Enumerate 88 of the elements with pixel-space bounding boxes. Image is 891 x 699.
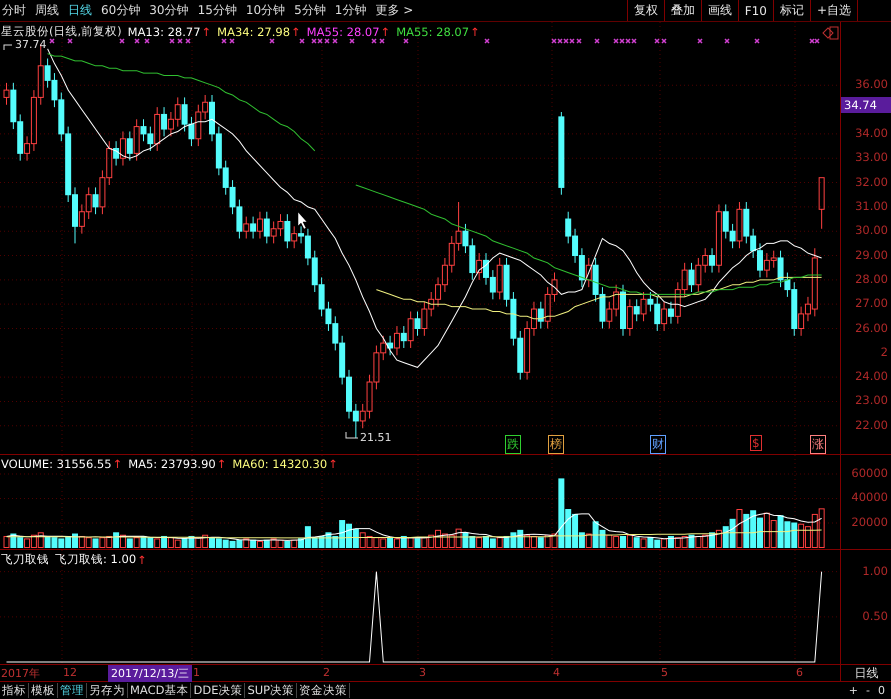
trend-arrow: ↑ — [470, 24, 480, 38]
axis-label: 31.00 — [855, 198, 888, 213]
date-label: 4 — [553, 666, 560, 679]
indicator-tab[interactable]: 另存为 — [87, 683, 128, 698]
leader-line — [4, 44, 12, 50]
indicator-tab[interactable]: 资金决策 — [297, 683, 350, 698]
indicator-tab[interactable]: 指标 — [0, 683, 29, 698]
axis-label: 26.00 — [855, 320, 888, 334]
legend-label: 星云股份(日线,前复权) — [1, 24, 122, 39]
last-price-tag: 34.74 — [841, 97, 891, 113]
indicator-tab[interactable]: DDE决策 — [191, 683, 246, 698]
date-label: 6 — [796, 666, 803, 679]
axis-label: 22.00 — [855, 418, 888, 432]
date-label: 3 — [419, 666, 426, 679]
trend-arrow: ↑ — [137, 552, 147, 566]
indicator-tab[interactable]: MACD基本 — [128, 683, 192, 698]
indicator-tab[interactable]: 管理 — [58, 683, 87, 698]
event-marker[interactable]: 榜 — [548, 435, 564, 454]
axis-label: 33.00 — [855, 150, 888, 164]
pointer-icon — [298, 212, 308, 230]
low-price-label: 21.51 — [360, 431, 392, 444]
legend-label: MA13: 28.77 — [128, 24, 201, 38]
indicator-tab[interactable]: SUP决策 — [245, 683, 298, 698]
event-marker[interactable]: 财 — [650, 435, 666, 454]
legend-label: MA34: 27.98 — [217, 24, 290, 38]
axis-label: 34.00 — [855, 126, 888, 140]
date-label: 2 — [323, 666, 330, 679]
axis-label: 40000 — [851, 490, 888, 504]
date-label: 2017年 — [1, 666, 40, 681]
trend-arrow: ↑ — [291, 24, 301, 38]
toolbar-button[interactable]: 标记 — [774, 0, 811, 21]
period-tab[interactable]: 5分钟 — [294, 2, 326, 19]
axis-label: 20000 — [851, 514, 888, 529]
axis-label: 24.00 — [855, 369, 888, 384]
axis-label: 2 — [880, 344, 888, 359]
zoom-button[interactable]: + — [848, 684, 858, 697]
toolbar-button[interactable]: +自选 — [810, 0, 858, 21]
toolbar-button[interactable]: F10 — [738, 0, 774, 21]
legend-label: 飞刀取钱 — [1, 552, 49, 567]
axis-label: 1.00 — [862, 564, 888, 578]
axis-label: 0.50 — [862, 608, 888, 623]
toolbar-button[interactable]: 复权 — [628, 0, 665, 21]
trend-arrow: ↑ — [216, 457, 226, 471]
rectangle-icon[interactable] — [830, 26, 838, 40]
period-tab[interactable]: 更多 > — [375, 2, 414, 19]
toolbar-button[interactable]: 画线 — [702, 0, 739, 21]
zoom-button[interactable]: - — [866, 684, 870, 697]
period-tab[interactable]: 10分钟 — [246, 2, 286, 19]
axis-label: 27.00 — [855, 296, 888, 310]
legend-label: VOLUME: 31556.55 — [1, 457, 112, 471]
event-marker[interactable]: 涨 — [810, 435, 826, 454]
period-tab[interactable]: 60分钟 — [101, 2, 140, 19]
axis-label: 60000 — [851, 466, 888, 480]
date-label: 5 — [661, 666, 668, 679]
trend-arrow: ↑ — [202, 24, 212, 38]
axis-label: 28.00 — [855, 272, 888, 286]
period-tab[interactable]: 日线 — [68, 2, 92, 19]
period-tab[interactable]: 分时 — [2, 2, 26, 19]
date-label: 1 — [193, 666, 200, 679]
date-label: 12 — [63, 666, 77, 679]
period-tab[interactable]: 1分钟 — [334, 2, 366, 19]
indicator-tab[interactable]: 模板 — [29, 683, 58, 698]
legend-label: 飞刀取钱: 1.00 — [55, 552, 136, 567]
axis-label: 32.00 — [855, 174, 888, 189]
event-marker[interactable]: $ — [750, 435, 762, 451]
axis-label: 36.00 — [855, 77, 888, 92]
period-tab[interactable]: 周线 — [35, 2, 59, 19]
legend-label: MA55: 28.07 — [306, 24, 380, 38]
legend-label: MA55: 28.07 — [396, 24, 470, 38]
axis-label: 23.00 — [855, 393, 888, 408]
axis-label: 29.00 — [855, 248, 888, 262]
high-price-label: 37.74 — [15, 38, 46, 51]
zoom-button[interactable]: 0 — [878, 684, 885, 697]
period-tab[interactable]: 15分钟 — [198, 2, 237, 19]
cursor-date-label: 2017/12/13/三 — [108, 665, 192, 682]
diamond-icon[interactable] — [822, 27, 834, 39]
legend-label: MA5: 23793.90 — [128, 457, 216, 471]
legend-label: MA60: 14320.30 — [232, 457, 328, 471]
toolbar-button[interactable]: 叠加 — [664, 0, 702, 21]
leader-line — [346, 432, 358, 438]
period-label: 日线 — [854, 664, 878, 682]
candle — [818, 177, 825, 230]
event-marker[interactable]: 跌 — [505, 435, 521, 454]
trend-arrow: ↑ — [380, 24, 390, 38]
trend-arrow: ↑ — [328, 457, 338, 471]
axis-label: 30.00 — [855, 223, 888, 238]
trend-arrow: ↑ — [112, 457, 122, 471]
period-tab[interactable]: 30分钟 — [149, 2, 189, 19]
